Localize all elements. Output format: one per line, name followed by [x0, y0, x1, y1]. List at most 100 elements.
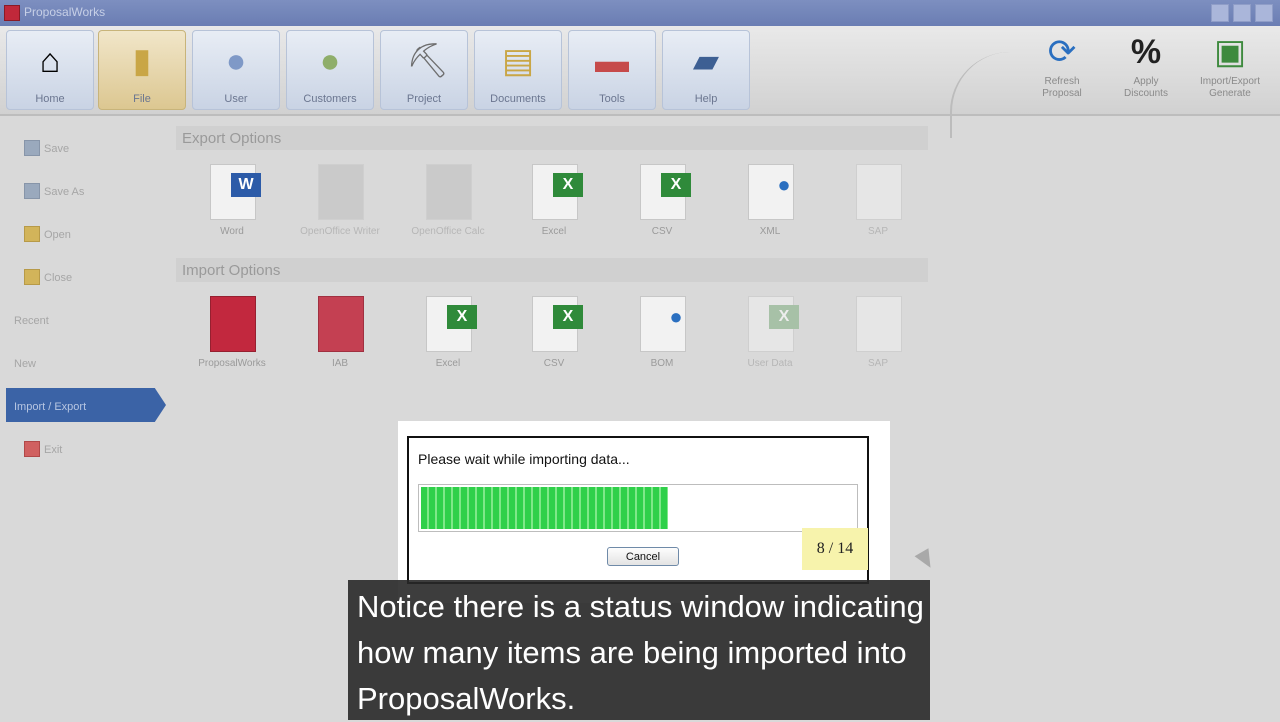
- proposalworks-book-icon: [210, 296, 256, 352]
- tab-tools[interactable]: ▬ Tools: [568, 30, 656, 110]
- option-label: User Data: [747, 358, 793, 369]
- import-user-data-option[interactable]: X User Data: [722, 296, 818, 376]
- tab-label: Documents: [490, 93, 546, 105]
- sidebar-item-save[interactable]: Save: [6, 130, 166, 164]
- sidebar-item-import-export[interactable]: Import / Export: [6, 388, 166, 422]
- import-export-icon: ▣: [1213, 33, 1247, 71]
- book-icon: ▰: [692, 42, 720, 80]
- sidebar-item-label: Exit: [44, 444, 63, 456]
- export-options-header: Export Options: [176, 126, 928, 150]
- sap-doc-icon: [856, 164, 902, 220]
- sidebar-item-label: Close: [44, 272, 73, 284]
- progress-bar: [418, 484, 858, 532]
- tab-project[interactable]: ⛏ Project: [380, 30, 468, 110]
- file-sidebar: Save Save As Open Close Recent New Impor…: [6, 126, 166, 466]
- tab-label: Project: [406, 93, 442, 105]
- tool-label: Refresh Proposal: [1042, 76, 1082, 99]
- toolbox-icon: ▬: [595, 42, 629, 80]
- export-word-option[interactable]: W Word: [184, 164, 280, 244]
- tab-label: Help: [694, 93, 718, 105]
- tab-user[interactable]: ● User: [192, 30, 280, 110]
- sidebar-item-open[interactable]: Open: [6, 216, 166, 250]
- tab-home[interactable]: ⌂ Home: [6, 30, 94, 110]
- excel-doc-icon: X: [532, 164, 583, 220]
- dialog-frame: Please wait while importing data... Canc…: [407, 436, 869, 584]
- ribbon-divider: [950, 52, 1022, 138]
- option-label: OpenOffice Writer: [300, 226, 380, 237]
- sap-doc-icon: [856, 296, 902, 352]
- tab-file[interactable]: ▮ File: [98, 30, 186, 110]
- maximize-icon[interactable]: [1233, 4, 1251, 22]
- progress-bar-fill: [421, 487, 668, 529]
- sidebar-item-label: Recent: [14, 315, 49, 327]
- tab-customers[interactable]: ● Customers: [286, 30, 374, 110]
- option-label: OpenOffice Calc: [411, 226, 485, 237]
- option-label: Word: [220, 226, 244, 237]
- percent-icon: %: [1130, 33, 1162, 71]
- csv-doc-icon: X: [640, 164, 691, 220]
- import-progress-dialog: Please wait while importing data... Canc…: [398, 421, 890, 603]
- option-label: CSV: [651, 226, 673, 237]
- sidebar-item-label: New: [14, 358, 37, 370]
- refresh-proposal-button[interactable]: ⟳ Refresh Proposal: [1020, 30, 1104, 108]
- sidebar-item-recent[interactable]: Recent: [6, 302, 166, 336]
- user-icon: ●: [225, 42, 247, 80]
- option-label: Excel: [541, 226, 567, 237]
- exit-icon: [24, 441, 40, 457]
- section-title: Import Options: [182, 262, 281, 279]
- house-icon: ⌂: [39, 42, 61, 80]
- save-as-icon: [24, 183, 40, 199]
- pickaxe-icon: ⛏: [406, 42, 450, 80]
- import-iab-option[interactable]: IAB: [292, 296, 388, 376]
- import-proposalworks-option[interactable]: ProposalWorks: [184, 296, 280, 376]
- sidebar-item-label: Import / Export: [14, 401, 87, 413]
- import-counter: 8 / 14: [802, 528, 868, 570]
- mouse-cursor-icon: [914, 548, 938, 572]
- tab-label: Customers: [303, 93, 357, 105]
- sidebar-item-save-as[interactable]: Save As: [6, 173, 166, 207]
- user-data-icon: X: [748, 296, 799, 352]
- import-excel-option[interactable]: X Excel: [400, 296, 496, 376]
- video-caption: Notice there is a status window indicati…: [348, 580, 930, 720]
- window-title: ProposalWorks: [24, 5, 106, 19]
- folder-icon: ▮: [132, 42, 152, 80]
- import-options-header: Import Options: [176, 258, 928, 282]
- word-doc-icon: W: [210, 164, 261, 220]
- sidebar-item-new[interactable]: New: [6, 345, 166, 379]
- minimize-icon[interactable]: [1211, 4, 1229, 22]
- iab-icon: [318, 296, 364, 352]
- tab-documents[interactable]: ▤ Documents: [474, 30, 562, 110]
- sidebar-item-close[interactable]: Close: [6, 259, 166, 293]
- import-export-generate-button[interactable]: ▣ Import/Export Generate: [1188, 30, 1272, 108]
- tab-label: User: [224, 93, 248, 105]
- tool-label: Apply Discounts: [1124, 76, 1168, 99]
- cancel-button[interactable]: Cancel: [607, 547, 679, 566]
- excel-doc-icon: X: [426, 296, 477, 352]
- sidebar-item-exit[interactable]: Exit: [6, 431, 166, 465]
- import-csv-option[interactable]: X CSV: [506, 296, 602, 376]
- close-folder-icon: [24, 269, 40, 285]
- option-label: CSV: [543, 358, 565, 369]
- export-sap-option[interactable]: SAP: [830, 164, 926, 244]
- sidebar-item-label: Save As: [44, 186, 85, 198]
- export-excel-option[interactable]: X Excel: [506, 164, 602, 244]
- option-label: Excel: [435, 358, 461, 369]
- option-label: SAP: [867, 358, 888, 369]
- import-bom-option[interactable]: ● BOM: [614, 296, 710, 376]
- tool-label: Import/Export Generate: [1199, 76, 1261, 99]
- tab-help[interactable]: ▰ Help: [662, 30, 750, 110]
- title-bar: ProposalWorks: [0, 0, 1280, 26]
- close-icon[interactable]: [1255, 4, 1273, 22]
- openoffice-writer-icon: [318, 164, 364, 220]
- export-openoffice-writer-option[interactable]: OpenOffice Writer: [292, 164, 388, 244]
- import-sap-option[interactable]: SAP: [830, 296, 926, 376]
- apply-discounts-button[interactable]: % Apply Discounts: [1104, 30, 1188, 108]
- export-openoffice-calc-option[interactable]: OpenOffice Calc: [400, 164, 496, 244]
- dialog-message: Please wait while importing data...: [418, 451, 630, 467]
- caption-text: Notice there is a status window indicati…: [357, 589, 924, 716]
- export-xml-option[interactable]: ● XML: [722, 164, 818, 244]
- documents-icon: ▤: [501, 42, 535, 80]
- export-csv-option[interactable]: X CSV: [614, 164, 710, 244]
- open-folder-icon: [24, 226, 40, 242]
- users-icon: ●: [319, 42, 341, 80]
